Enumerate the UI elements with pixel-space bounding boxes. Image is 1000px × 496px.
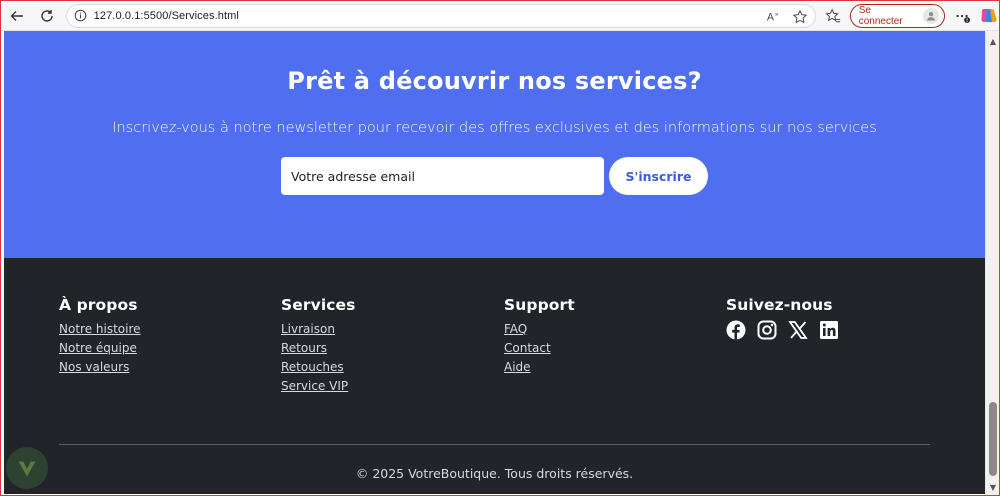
footer-heading-about: À propos: [59, 296, 138, 314]
page-scrollbar[interactable]: ▲ ▼: [985, 31, 999, 495]
footer-col-services: Services Livraison Retours Retouches Ser…: [281, 296, 355, 396]
scroll-up-arrow-icon[interactable]: ▲: [989, 38, 997, 46]
footer-heading-social: Suivez-nous: [726, 296, 833, 314]
newsletter-title: Prêt à découvrir nos services?: [287, 67, 702, 95]
info-icon[interactable]: [74, 9, 87, 22]
signin-button[interactable]: Se connecter: [849, 3, 946, 28]
footer-link-aide[interactable]: Aide: [504, 358, 575, 377]
more-menu-button[interactable]: [953, 5, 973, 27]
back-button[interactable]: [4, 3, 30, 29]
footer-divider: [59, 444, 930, 445]
avatar-icon: [923, 7, 940, 24]
read-aloud-icon[interactable]: A»: [765, 8, 783, 26]
footer-heading-support: Support: [504, 296, 575, 314]
footer-col-social: Suivez-nous: [726, 296, 839, 340]
svg-text:A: A: [767, 11, 775, 23]
footer-link-livraison[interactable]: Livraison: [281, 320, 355, 339]
footer-heading-services: Services: [281, 296, 356, 314]
footer-link-notre-histoire[interactable]: Notre histoire: [59, 320, 141, 339]
scroll-thumb[interactable]: [989, 402, 997, 476]
copyright-text: © 2025 VotreBoutique. Tous droits réserv…: [355, 466, 634, 481]
svg-text:»: »: [775, 11, 779, 18]
footer-link-service-vip[interactable]: Service VIP: [281, 377, 355, 396]
footer: À propos Notre histoire Notre équipe Nos…: [4, 258, 985, 494]
favorites-icon: [825, 8, 840, 22]
signin-label: Se connecter: [858, 4, 903, 27]
email-input[interactable]: [281, 157, 604, 195]
url-text: 127.0.0.1:5500/Services.html: [93, 9, 239, 22]
footer-link-nos-valeurs[interactable]: Nos valeurs: [59, 358, 141, 377]
reload-icon: [41, 9, 53, 22]
more-dots-icon: [956, 14, 970, 23]
browser-toolbar: 127.0.0.1:5500/Services.html A» Se conne…: [1, 1, 999, 31]
favorites-button[interactable]: [822, 5, 844, 27]
footer-link-faq[interactable]: FAQ: [504, 320, 575, 339]
footer-link-retours[interactable]: Retours: [281, 339, 355, 358]
copilot-button[interactable]: [979, 6, 999, 26]
arrow-left-icon: [10, 10, 23, 21]
scroll-down-arrow-icon[interactable]: ▼: [989, 484, 997, 492]
overlay-logo-icon: [6, 447, 48, 489]
newsletter-section: Prêt à découvrir nos services? Inscrivez…: [4, 31, 985, 258]
footer-link-retouches[interactable]: Retouches: [281, 358, 355, 377]
social-links: [726, 320, 839, 340]
footer-link-notre-equipe[interactable]: Notre équipe: [59, 339, 141, 358]
copilot-icon: [981, 8, 997, 22]
instagram-icon[interactable]: [757, 320, 777, 340]
footer-col-about: À propos Notre histoire Notre équipe Nos…: [59, 296, 141, 377]
subscribe-button[interactable]: S'inscrire: [609, 157, 708, 195]
footer-link-contact[interactable]: Contact: [504, 339, 575, 358]
linkedin-icon[interactable]: [819, 320, 839, 340]
footer-col-support: Support FAQ Contact Aide: [504, 296, 575, 377]
newsletter-subtitle: Inscrivez-vous à notre newsletter pour r…: [112, 120, 877, 136]
favorite-star-icon[interactable]: [791, 8, 809, 26]
address-bar[interactable]: 127.0.0.1:5500/Services.html A»: [65, 3, 816, 28]
reload-button[interactable]: [34, 3, 60, 29]
x-icon[interactable]: [788, 320, 808, 340]
facebook-icon[interactable]: [726, 320, 746, 340]
